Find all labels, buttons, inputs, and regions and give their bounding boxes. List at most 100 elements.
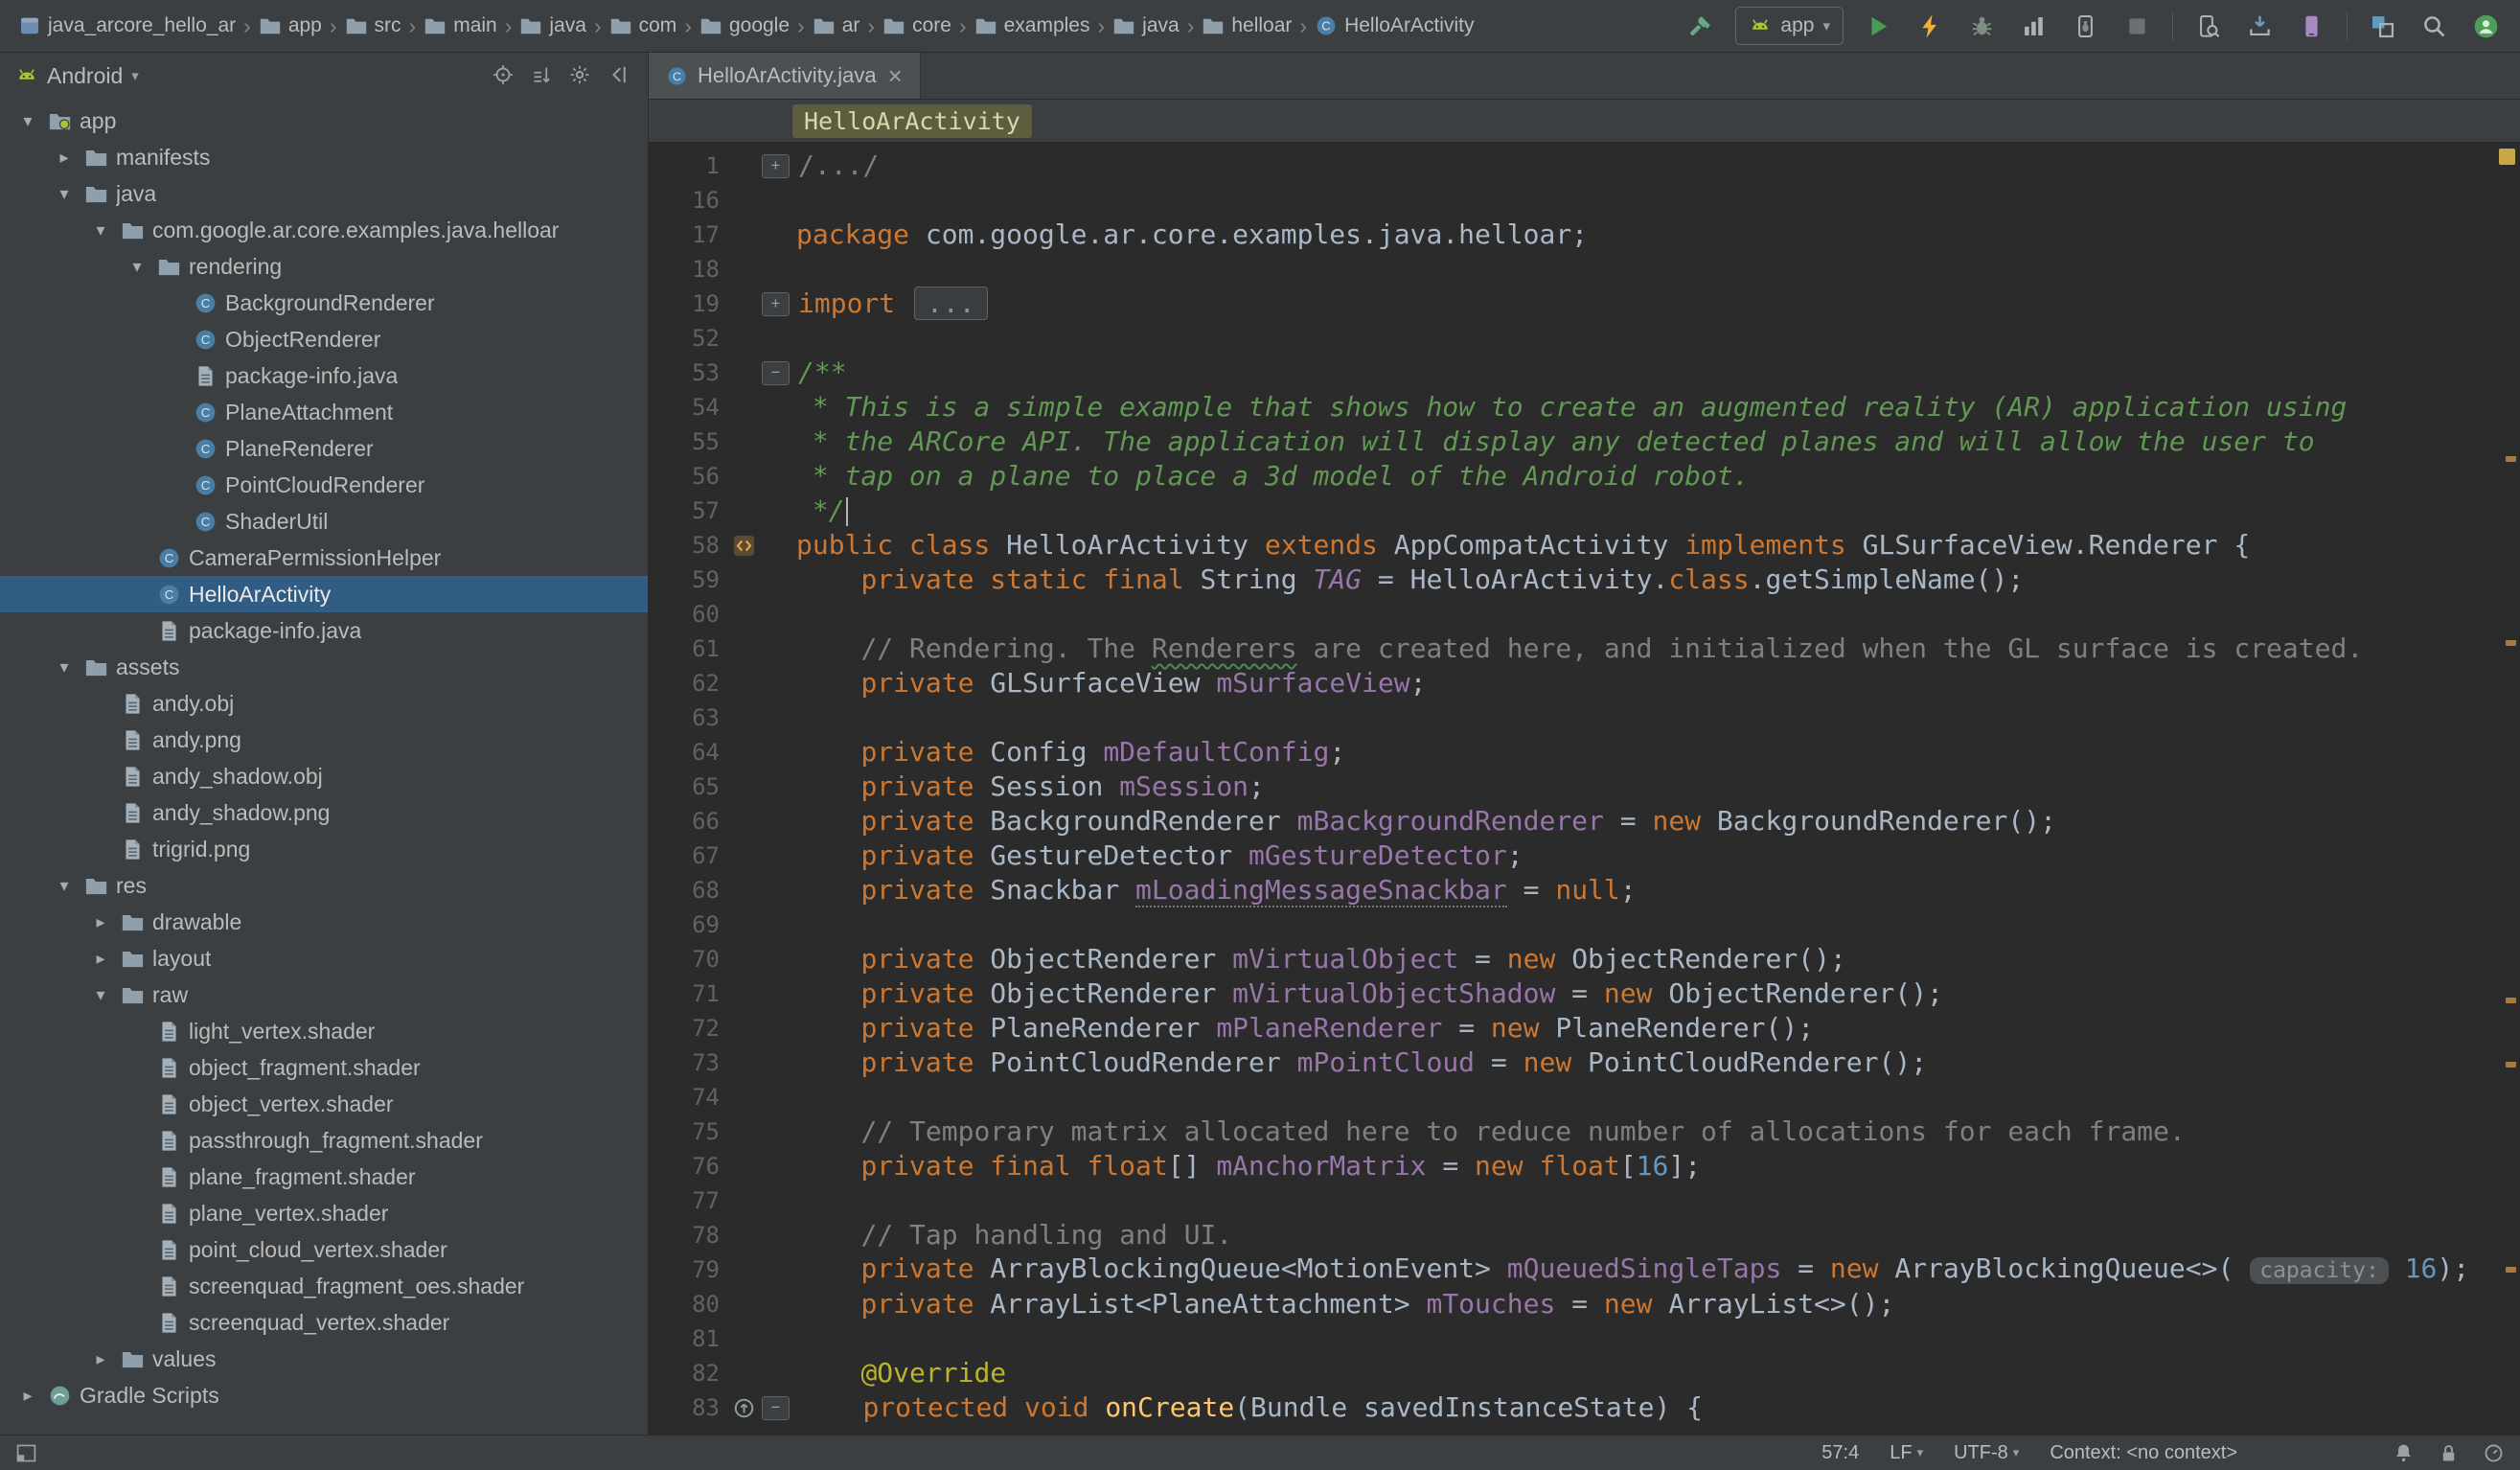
line-number[interactable]: 68 [649, 873, 725, 907]
line-number[interactable]: 59 [649, 563, 725, 597]
line-number[interactable]: 55 [649, 425, 725, 459]
expand-arrow-icon[interactable]: ▸ [15, 1386, 40, 1406]
layout-inspector-button[interactable] [2366, 10, 2399, 43]
tree-item-screenquad-fragment-oes-shader[interactable]: screenquad_fragment_oes.shader [0, 1268, 648, 1304]
collapse-arrow-icon[interactable]: ▾ [52, 657, 77, 678]
hide-panel-icon[interactable] [604, 60, 632, 89]
tree-item-package-info-java[interactable]: package-info.java [0, 357, 648, 394]
gear-icon[interactable] [565, 60, 594, 89]
line-number[interactable]: 70 [649, 942, 725, 976]
tree-item-point-cloud-vertex-shader[interactable]: point_cloud_vertex.shader [0, 1231, 648, 1268]
breadcrumb-class-chip[interactable]: HelloArActivity [792, 104, 1032, 138]
breadcrumb-item-helloar[interactable]: helloar [1197, 12, 1296, 39]
breadcrumb-item-java[interactable]: java [1108, 12, 1184, 39]
run-play-button[interactable] [1862, 10, 1895, 43]
tree-item-light-vertex-shader[interactable]: light_vertex.shader [0, 1013, 648, 1049]
status-caret-position[interactable]: 57:4 [1821, 1442, 1859, 1464]
device-monitor-button[interactable] [2191, 10, 2225, 43]
tree-item-pointcloudrenderer[interactable]: CPointCloudRenderer [0, 467, 648, 503]
collapse-arrow-icon[interactable]: ▾ [88, 220, 113, 241]
line-number[interactable]: 57 [649, 494, 725, 528]
expand-arrow-icon[interactable]: ▸ [88, 949, 113, 969]
breadcrumb-item-java[interactable]: java [515, 12, 591, 39]
close-icon[interactable]: × [888, 63, 903, 88]
tree-item-layout[interactable]: ▸layout [0, 940, 648, 976]
sdk-manager-button[interactable] [2243, 10, 2277, 43]
profiler-button[interactable] [2017, 10, 2050, 43]
expand-arrow-icon[interactable]: ▸ [88, 912, 113, 932]
line-number[interactable]: 54 [649, 390, 725, 425]
line-number[interactable]: 58 [649, 528, 725, 563]
line-number[interactable]: 81 [649, 1321, 725, 1356]
inspection-indicator[interactable] [2499, 149, 2515, 165]
line-number[interactable]: 17 [649, 218, 725, 252]
project-view-title[interactable]: Android [47, 63, 123, 89]
fold-marker[interactable]: + [762, 292, 790, 316]
line-number[interactable]: 61 [649, 632, 725, 666]
tree-item-assets[interactable]: ▾assets [0, 649, 648, 685]
tree-item-objectrenderer[interactable]: CObjectRenderer [0, 321, 648, 357]
status-file-encoding[interactable]: UTF-8▾ [1954, 1442, 2019, 1464]
stop-button[interactable] [2120, 10, 2154, 43]
tab-helloaractivity-java[interactable]: C HelloArActivity.java × [649, 53, 921, 99]
line-number[interactable]: 53 [649, 356, 725, 390]
tree-item-app[interactable]: ▾app [0, 103, 648, 139]
fold-marker[interactable]: − [762, 361, 790, 385]
tree-item-planeattachment[interactable]: CPlaneAttachment [0, 394, 648, 430]
collapse-arrow-icon[interactable]: ▾ [52, 184, 77, 204]
line-number[interactable]: 19 [649, 287, 725, 321]
attach-debugger-button[interactable] [2069, 10, 2102, 43]
line-number[interactable]: 76 [649, 1149, 725, 1183]
target-icon[interactable] [489, 60, 517, 89]
build-hammer-button[interactable] [1684, 10, 1717, 43]
tree-item-rendering[interactable]: ▾rendering [0, 248, 648, 285]
line-number[interactable]: 18 [649, 252, 725, 287]
lock-icon[interactable] [2438, 1442, 2460, 1464]
search-everywhere-button[interactable] [2417, 10, 2451, 43]
line-number[interactable]: 79 [649, 1252, 725, 1287]
tree-item-java[interactable]: ▾java [0, 175, 648, 212]
tree-item-passthrough-fragment-shader[interactable]: passthrough_fragment.shader [0, 1122, 648, 1159]
tree-item-drawable[interactable]: ▸drawable [0, 904, 648, 940]
line-number[interactable]: 52 [649, 321, 725, 356]
tree-item-package-info-java[interactable]: package-info.java [0, 612, 648, 649]
apply-changes-button[interactable] [1913, 10, 1947, 43]
toggle-toolwindows-icon[interactable] [15, 1442, 37, 1464]
tree-item-raw[interactable]: ▾raw [0, 976, 648, 1013]
breadcrumb-item-main[interactable]: main [419, 12, 502, 39]
line-number[interactable]: 56 [649, 459, 725, 494]
breadcrumb-item-app[interactable]: app [254, 12, 327, 39]
line-number[interactable]: 73 [649, 1045, 725, 1080]
fold-marker[interactable]: − [762, 1396, 790, 1420]
tree-item-shaderutil[interactable]: CShaderUtil [0, 503, 648, 540]
line-number[interactable]: 78 [649, 1218, 725, 1252]
line-number[interactable]: 62 [649, 666, 725, 701]
status-run-context[interactable]: Context: <no context> [2050, 1442, 2237, 1464]
tree-item-andy-shadow-png[interactable]: andy_shadow.png [0, 794, 648, 831]
breadcrumb-item-com[interactable]: com [605, 12, 682, 39]
tree-item-camerapermissionhelper[interactable]: CCameraPermissionHelper [0, 540, 648, 576]
tree-item-backgroundrenderer[interactable]: CBackgroundRenderer [0, 285, 648, 321]
breadcrumb-item-src[interactable]: src [340, 12, 406, 39]
tree-item-trigrid-png[interactable]: trigrid.png [0, 831, 648, 867]
line-number[interactable]: 60 [649, 597, 725, 632]
tree-item-andy-obj[interactable]: andy.obj [0, 685, 648, 722]
status-line-separator[interactable]: LF▾ [1890, 1442, 1923, 1464]
line-number[interactable]: 80 [649, 1287, 725, 1321]
breadcrumb-item-java-arcore-hello-ar[interactable]: java_arcore_hello_ar [13, 12, 241, 39]
tree-item-screenquad-vertex-shader[interactable]: screenquad_vertex.shader [0, 1304, 648, 1341]
line-number[interactable]: 63 [649, 701, 725, 735]
line-number[interactable]: 69 [649, 907, 725, 942]
tree-item-gradle-scripts[interactable]: ▸Gradle Scripts [0, 1377, 648, 1413]
collapse-all-icon[interactable] [527, 60, 556, 89]
fold-marker[interactable]: + [762, 154, 790, 178]
line-number[interactable]: 64 [649, 735, 725, 769]
run-configuration-select[interactable]: app▾ [1735, 7, 1844, 45]
breadcrumb-item-helloaractivity[interactable]: CHelloArActivity [1310, 12, 1478, 39]
debug-bug-button[interactable] [1965, 10, 1999, 43]
line-number[interactable]: 75 [649, 1114, 725, 1149]
profile-avatar-button[interactable] [2469, 10, 2503, 43]
breadcrumb-item-examples[interactable]: examples [970, 12, 1095, 39]
line-number[interactable]: 65 [649, 769, 725, 804]
line-number[interactable]: 82 [649, 1356, 725, 1390]
